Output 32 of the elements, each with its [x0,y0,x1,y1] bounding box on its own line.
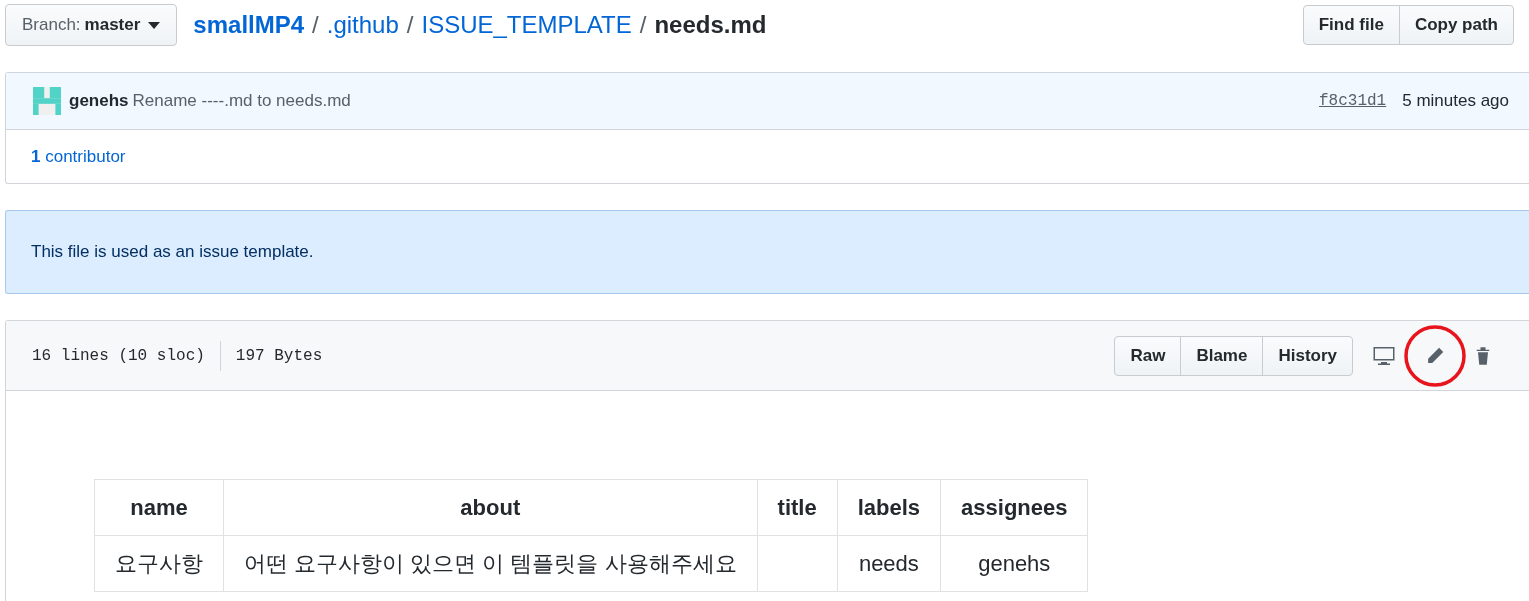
table-cell: 요구사항 [94,535,224,592]
table-cell: genehs [940,535,1088,592]
path-link[interactable]: ISSUE_TEMPLATE [421,7,632,43]
copy-path-button[interactable]: Copy path [1398,5,1514,45]
column-header: about [223,479,758,536]
file-button[interactable]: Blame [1180,335,1264,376]
branch-button[interactable]: Branch: master [5,4,178,46]
find-file-button[interactable]: Find file [1302,5,1400,45]
commit-sha[interactable]: f8c31d1 [1319,89,1387,113]
file-lines: 16 lines (10 sloc) [32,345,205,367]
path-separator: / [639,10,647,40]
table-cell: needs [837,535,941,592]
column-header: labels [837,479,941,536]
file-button[interactable]: History [1262,335,1353,376]
path-separator: / [312,10,319,40]
column-header: name [94,479,224,536]
path-separator: / [406,10,414,40]
file-name: needs.md [654,10,767,40]
table-cell: 어떤 요구사항이 있으면 이 템플릿을 사용해주세요 [223,535,758,592]
column-header: title [757,479,838,536]
commit-message[interactable]: Rename ----.md to needs.md [132,88,351,114]
commit-time: 5 minutes ago [1402,90,1509,113]
annotation-circle [1403,323,1467,388]
repo-link[interactable]: smallMP4 [193,7,305,43]
file-button[interactable]: Raw [1114,335,1182,376]
file-size: 197 Bytes [235,345,323,367]
caret-icon [148,21,161,29]
path-link[interactable]: .github [326,7,399,43]
flash-message: This file is used as an issue template. [5,210,1529,294]
author-link[interactable]: genehs [69,88,129,114]
column-header: assignees [940,479,1088,536]
contributors-link[interactable]: 1 contributor [31,143,126,170]
